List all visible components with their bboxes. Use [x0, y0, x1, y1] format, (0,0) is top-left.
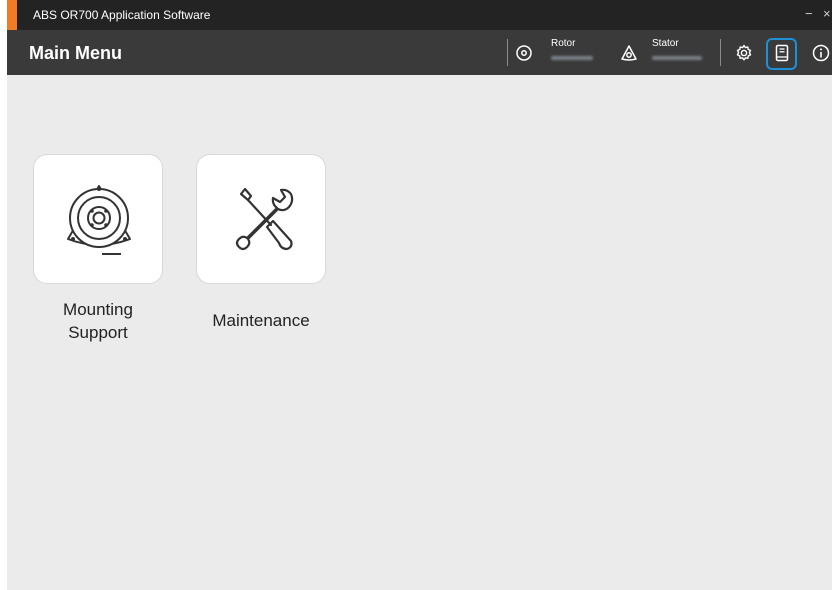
title-bar[interactable]: ABS OR700 Application Software − × [7, 0, 832, 30]
rotor-label: Rotor [551, 38, 576, 49]
wrench-screwdriver-icon [235, 187, 294, 251]
app-window: ABS OR700 Application Software − × Main … [7, 0, 832, 590]
mounting-support-label-line2: Support [68, 323, 128, 342]
close-button[interactable]: × [823, 6, 831, 21]
stator-icon[interactable] [619, 43, 639, 63]
manual-button-highlight [766, 38, 797, 70]
stator-serial [652, 56, 702, 60]
mounting-support-icon [67, 185, 131, 255]
rotor-serial [551, 56, 593, 60]
mounting-support-label[interactable]: Mounting Support [33, 298, 163, 344]
stator-label: Stator [652, 38, 679, 49]
mounting-support-tile[interactable] [33, 154, 163, 284]
page-title: Main Menu [29, 43, 122, 63]
header-divider [720, 39, 721, 66]
maintenance-tile[interactable] [196, 154, 326, 284]
maintenance-label[interactable]: Maintenance [196, 309, 326, 332]
main-header: Main Menu Rotor Stator [7, 30, 832, 75]
minimize-button[interactable]: − [805, 6, 813, 21]
header-divider [507, 39, 508, 66]
mounting-support-label-line1: Mounting [63, 300, 133, 319]
info-icon[interactable] [811, 43, 831, 63]
rotor-icon[interactable] [514, 43, 534, 63]
app-title: ABS OR700 Application Software [33, 8, 211, 22]
accent-strip [7, 0, 17, 30]
gear-icon[interactable] [734, 43, 754, 63]
